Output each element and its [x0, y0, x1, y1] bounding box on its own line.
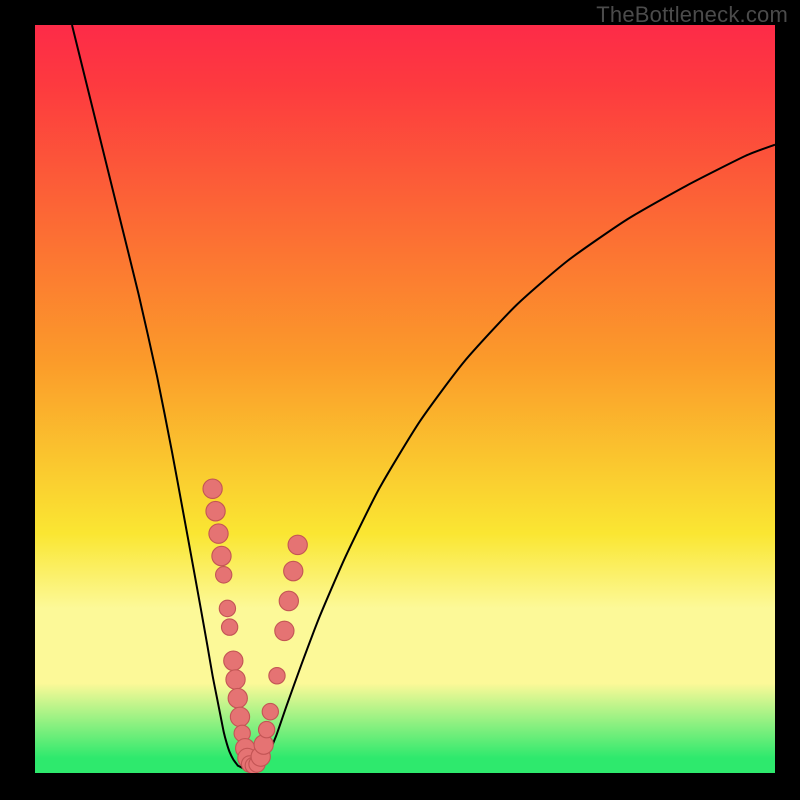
data-marker — [258, 721, 274, 737]
data-marker — [288, 535, 307, 554]
data-marker — [206, 501, 225, 520]
data-marker — [203, 479, 222, 498]
data-marker — [212, 546, 231, 565]
chart-frame: TheBottleneck.com — [0, 0, 800, 800]
plot-area — [35, 25, 775, 773]
data-marker — [275, 621, 294, 640]
data-marker — [262, 703, 278, 719]
data-marker — [284, 561, 303, 580]
curve-path — [72, 25, 775, 769]
data-marker — [269, 668, 285, 684]
data-marker — [230, 707, 249, 726]
data-marker — [209, 524, 228, 543]
data-marker — [228, 688, 247, 707]
data-marker — [279, 591, 298, 610]
data-marker — [219, 600, 235, 616]
data-marker — [224, 651, 243, 670]
data-marker — [226, 670, 245, 689]
data-marker — [216, 567, 232, 583]
data-marker — [221, 619, 237, 635]
watermark-text: TheBottleneck.com — [596, 2, 788, 28]
bottleneck-curve — [35, 25, 775, 773]
